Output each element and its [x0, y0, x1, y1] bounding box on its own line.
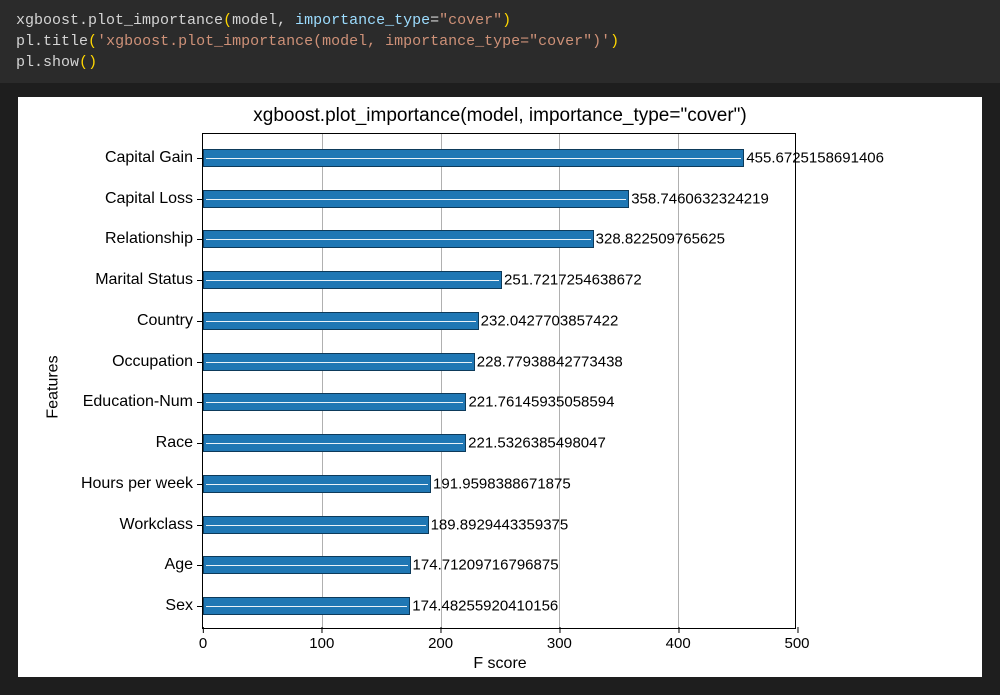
- grid-line: [678, 134, 679, 628]
- plot-area: 0100200300400500Capital Gain455.67251586…: [202, 133, 796, 629]
- grid-line: [441, 134, 442, 628]
- bar-value-label: 232.0427703857422: [481, 312, 619, 329]
- code-cell: xgboost.plot_importance(model, importanc…: [0, 0, 1000, 83]
- bar: [203, 597, 410, 615]
- bar: [203, 353, 475, 371]
- bar: [203, 393, 466, 411]
- x-axis-label: F score: [18, 655, 982, 673]
- y-tick-label: Occupation: [112, 353, 193, 371]
- bar-value-label: 328.822509765625: [596, 231, 725, 248]
- y-axis-label: Features: [45, 355, 63, 418]
- y-tick-label: Education-Num: [83, 393, 193, 411]
- x-tick-label: 500: [784, 635, 809, 652]
- bar-value-label: 228.77938842773438: [477, 353, 623, 370]
- code-token: xgboost: [16, 12, 79, 29]
- y-tick-label: Sex: [165, 597, 193, 615]
- bar-value-label: 191.9598388671875: [433, 475, 571, 492]
- bar-value-label: 358.7460632324219: [631, 190, 769, 207]
- y-tick-label: Capital Gain: [105, 149, 193, 167]
- grid-line: [559, 134, 560, 628]
- y-tick-label: Workclass: [120, 516, 194, 534]
- y-tick-label: Marital Status: [95, 271, 193, 289]
- x-tick-label: 300: [547, 635, 572, 652]
- x-tick-label: 100: [309, 635, 334, 652]
- y-tick-label: Age: [165, 556, 193, 574]
- bar-value-label: 455.6725158691406: [746, 150, 884, 167]
- y-tick-label: Relationship: [105, 230, 193, 248]
- y-tick-label: Capital Loss: [105, 190, 193, 208]
- grid-line: [322, 134, 323, 628]
- bar: [203, 271, 502, 289]
- bar-value-label: 174.71209716796875: [413, 557, 559, 574]
- y-tick-label: Race: [156, 434, 193, 452]
- y-tick-label: Hours per week: [81, 475, 193, 493]
- chart-title: xgboost.plot_importance(model, importanc…: [18, 105, 982, 127]
- bar: [203, 434, 466, 452]
- bar-value-label: 251.7217254638672: [504, 272, 642, 289]
- bar: [203, 190, 629, 208]
- bar: [203, 556, 411, 574]
- bar: [203, 149, 744, 167]
- bar: [203, 475, 431, 493]
- output-area: xgboost.plot_importance(model, importanc…: [0, 83, 1000, 695]
- x-tick-label: 0: [199, 635, 207, 652]
- bar: [203, 516, 429, 534]
- bar-value-label: 189.8929443359375: [431, 516, 569, 533]
- x-tick-label: 200: [428, 635, 453, 652]
- bar-value-label: 174.48255920410156: [412, 598, 558, 615]
- bar: [203, 312, 479, 330]
- bar-value-label: 221.76145935058594: [468, 394, 614, 411]
- x-tick-label: 400: [666, 635, 691, 652]
- bar: [203, 230, 594, 248]
- bar-value-label: 221.5326385498047: [468, 435, 606, 452]
- y-tick-label: Country: [137, 312, 193, 330]
- chart-figure: xgboost.plot_importance(model, importanc…: [18, 97, 982, 677]
